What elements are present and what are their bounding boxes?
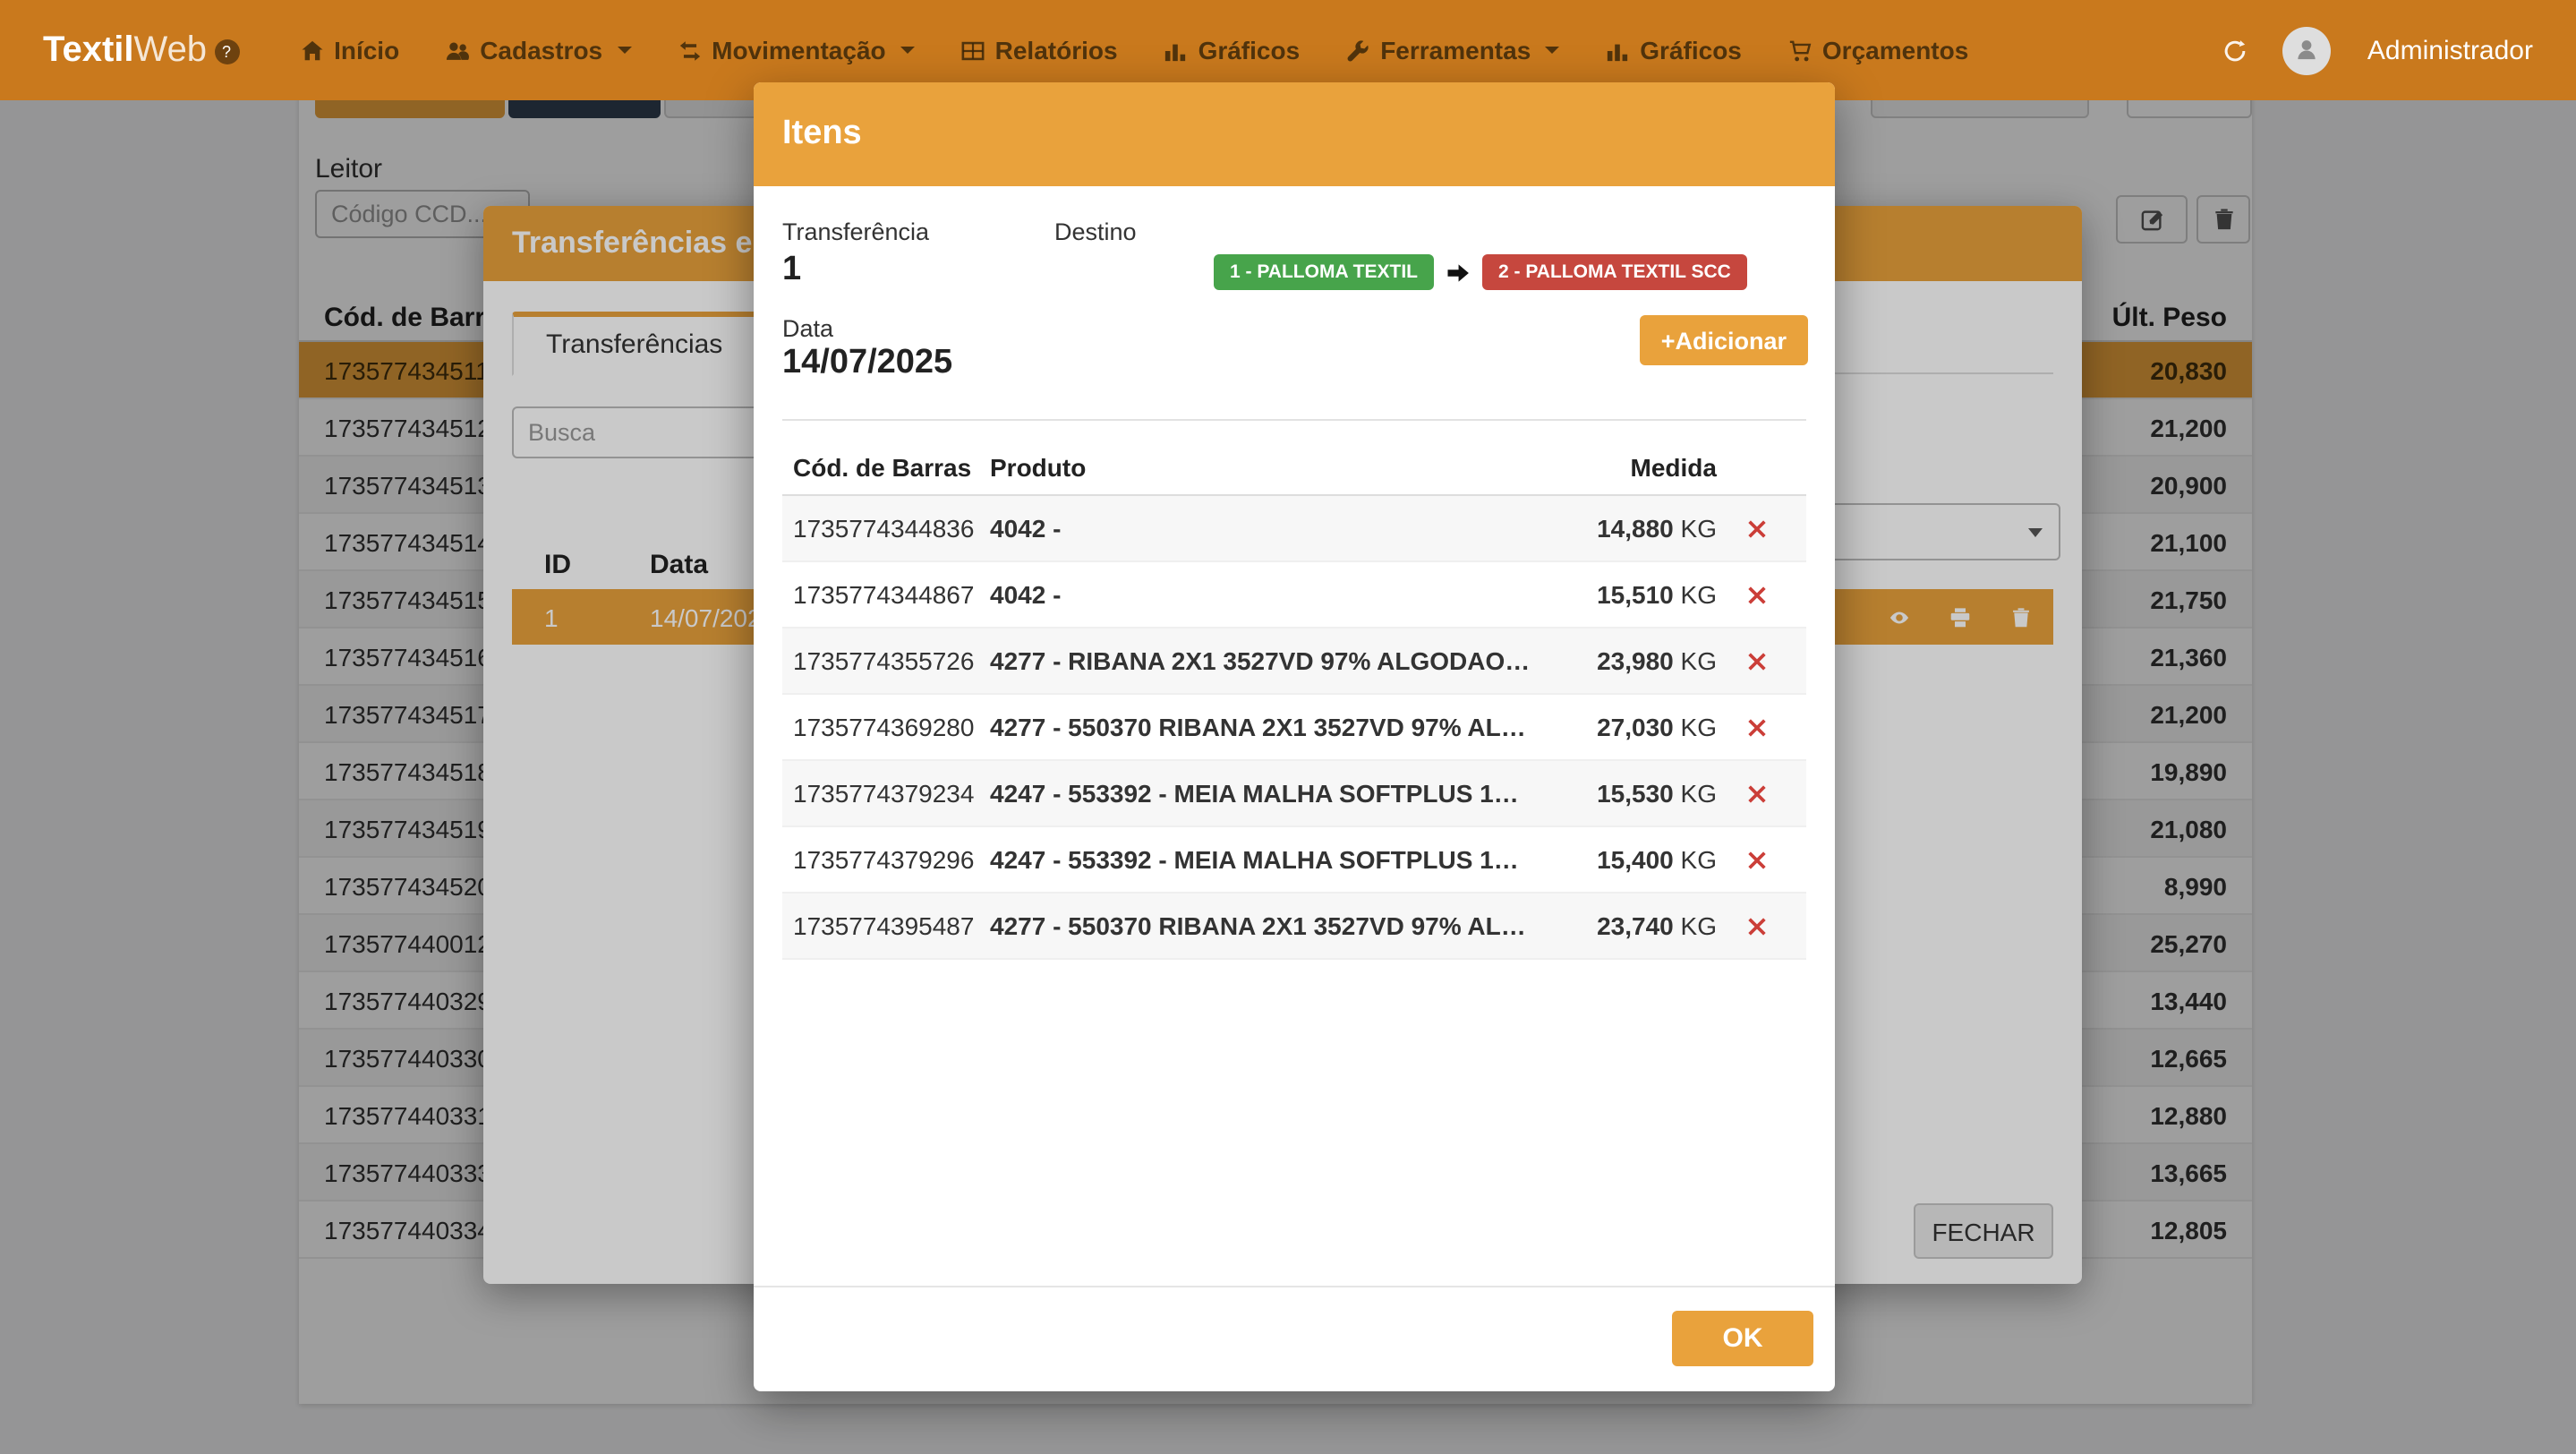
- remove-item-button[interactable]: [1717, 848, 1796, 871]
- nav-item-ferramentas[interactable]: Ferramentas: [1346, 36, 1559, 64]
- user-name[interactable]: Administrador: [2367, 35, 2533, 65]
- add-item-button[interactable]: +Adicionar: [1640, 315, 1808, 365]
- item-barcode: 1735774355726: [793, 646, 990, 675]
- report-icon: [961, 36, 985, 64]
- transfer-value: 1: [782, 251, 801, 290]
- item-row: 1735774344836 4042 - 14,880 KG: [782, 496, 1806, 562]
- item-product: 4042 -: [990, 580, 1547, 609]
- nav-item-graficos-1[interactable]: Gráficos: [1164, 36, 1301, 64]
- items-modal-footer: OK: [754, 1286, 1835, 1391]
- remove-item-button[interactable]: [1717, 583, 1796, 606]
- transfer-label: Transferência: [782, 218, 929, 245]
- items-table-body: 1735774344836 4042 - 14,880 KG 173577434…: [782, 496, 1806, 960]
- items-modal: Itens Transferência 1 Destino 1 - PALLOM…: [754, 82, 1835, 1391]
- bar-chart-icon: [1164, 36, 1188, 64]
- nav-item-movimentacao[interactable]: Movimentação: [678, 36, 915, 64]
- item-measure: 23,980 KG: [1547, 646, 1717, 675]
- nav-item-orcamentos[interactable]: Orçamentos: [1788, 36, 1968, 64]
- remove-item-button[interactable]: [1717, 649, 1796, 672]
- item-product: 4277 - 550370 RIBANA 2X1 3527VD 97% ALGO…: [990, 911, 1547, 940]
- item-product: 4277 - RIBANA 2X1 3527VD 97% ALGODAO 3% …: [990, 646, 1547, 675]
- remove-item-button[interactable]: [1717, 782, 1796, 805]
- remove-item-button[interactable]: [1717, 517, 1796, 540]
- destination-badges: 1 - PALLOMA TEXTIL 2 - PALLOMA TEXTIL SC…: [1214, 254, 1747, 290]
- origin-badge: 1 - PALLOMA TEXTIL: [1214, 254, 1434, 290]
- items-product-header: Produto: [990, 453, 1547, 482]
- plus-icon: +: [1661, 327, 1676, 354]
- avatar[interactable]: [2283, 26, 2332, 74]
- cart-icon: [1788, 36, 1812, 64]
- destination-badge: 2 - PALLOMA TEXTIL SCC: [1482, 254, 1747, 290]
- caret-down-icon: [900, 47, 915, 54]
- exchange-icon: [678, 36, 701, 64]
- item-barcode: 1735774379296: [793, 845, 990, 874]
- item-barcode: 1735774344836: [793, 514, 990, 543]
- help-icon[interactable]: ?: [214, 38, 239, 64]
- items-modal-title: Itens: [754, 82, 1835, 186]
- remove-item-button[interactable]: [1717, 914, 1796, 937]
- screen: Leitor Cód. de Barras Últ. Peso 17357743…: [0, 0, 2576, 1454]
- refresh-icon[interactable]: [2224, 38, 2248, 62]
- item-row: 1735774369280 4277 - 550370 RIBANA 2X1 3…: [782, 695, 1806, 761]
- divider: [782, 419, 1806, 421]
- item-product: 4277 - 550370 RIBANA 2X1 3527VD 97% ALGO…: [990, 713, 1547, 741]
- caret-down-icon: [617, 47, 631, 54]
- bar-chart-icon: [1606, 36, 1629, 64]
- item-barcode: 1735774344867: [793, 580, 990, 609]
- item-row: 1735774379296 4247 - 553392 - MEIA MALHA…: [782, 827, 1806, 894]
- wrench-icon: [1346, 36, 1369, 64]
- item-row: 1735774344867 4042 - 15,510 KG: [782, 562, 1806, 629]
- items-table: Cód. de Barras Produto Medida 1735774344…: [782, 440, 1806, 960]
- home-icon: [300, 36, 323, 64]
- caret-down-icon: [1545, 47, 1559, 54]
- date-value: 14/07/2025: [782, 344, 952, 383]
- item-measure: 14,880 KG: [1547, 514, 1717, 543]
- item-measure: 15,400 KG: [1547, 845, 1717, 874]
- item-row: 1735774379234 4247 - 553392 - MEIA MALHA…: [782, 761, 1806, 827]
- item-product: 4247 - 553392 - MEIA MALHA SOFTPLUS 1801…: [990, 845, 1547, 874]
- nav-item-relatorios[interactable]: Relatórios: [961, 36, 1118, 64]
- item-product: 4247 - 553392 - MEIA MALHA SOFTPLUS 1801…: [990, 779, 1547, 808]
- item-barcode: 1735774395487: [793, 911, 990, 940]
- item-measure: 15,510 KG: [1547, 580, 1717, 609]
- item-measure: 15,530 KG: [1547, 779, 1717, 808]
- items-table-header: Cód. de Barras Produto Medida: [782, 440, 1806, 496]
- item-barcode: 1735774369280: [793, 713, 990, 741]
- destination-label: Destino: [1054, 218, 1137, 245]
- date-label: Data: [782, 315, 833, 342]
- item-row: 1735774395487 4277 - 550370 RIBANA 2X1 3…: [782, 894, 1806, 960]
- brand-logo[interactable]: TextilWeb?: [43, 30, 239, 71]
- nav-item-cadastros[interactable]: Cadastros: [446, 36, 631, 64]
- item-row: 1735774355726 4277 - RIBANA 2X1 3527VD 9…: [782, 629, 1806, 695]
- item-measure: 23,740 KG: [1547, 911, 1717, 940]
- item-product: 4042 -: [990, 514, 1547, 543]
- arrow-right-icon: [1446, 261, 1470, 284]
- item-measure: 27,030 KG: [1547, 713, 1717, 741]
- ok-button[interactable]: OK: [1672, 1311, 1813, 1366]
- users-icon: [446, 36, 469, 64]
- items-barcode-header: Cód. de Barras: [793, 453, 990, 482]
- person-icon: [2296, 34, 2319, 66]
- nav-item-inicio[interactable]: Início: [300, 36, 399, 64]
- items-measure-header: Medida: [1547, 453, 1717, 482]
- item-barcode: 1735774379234: [793, 779, 990, 808]
- remove-item-button[interactable]: [1717, 715, 1796, 739]
- nav-item-graficos-2[interactable]: Gráficos: [1606, 36, 1742, 64]
